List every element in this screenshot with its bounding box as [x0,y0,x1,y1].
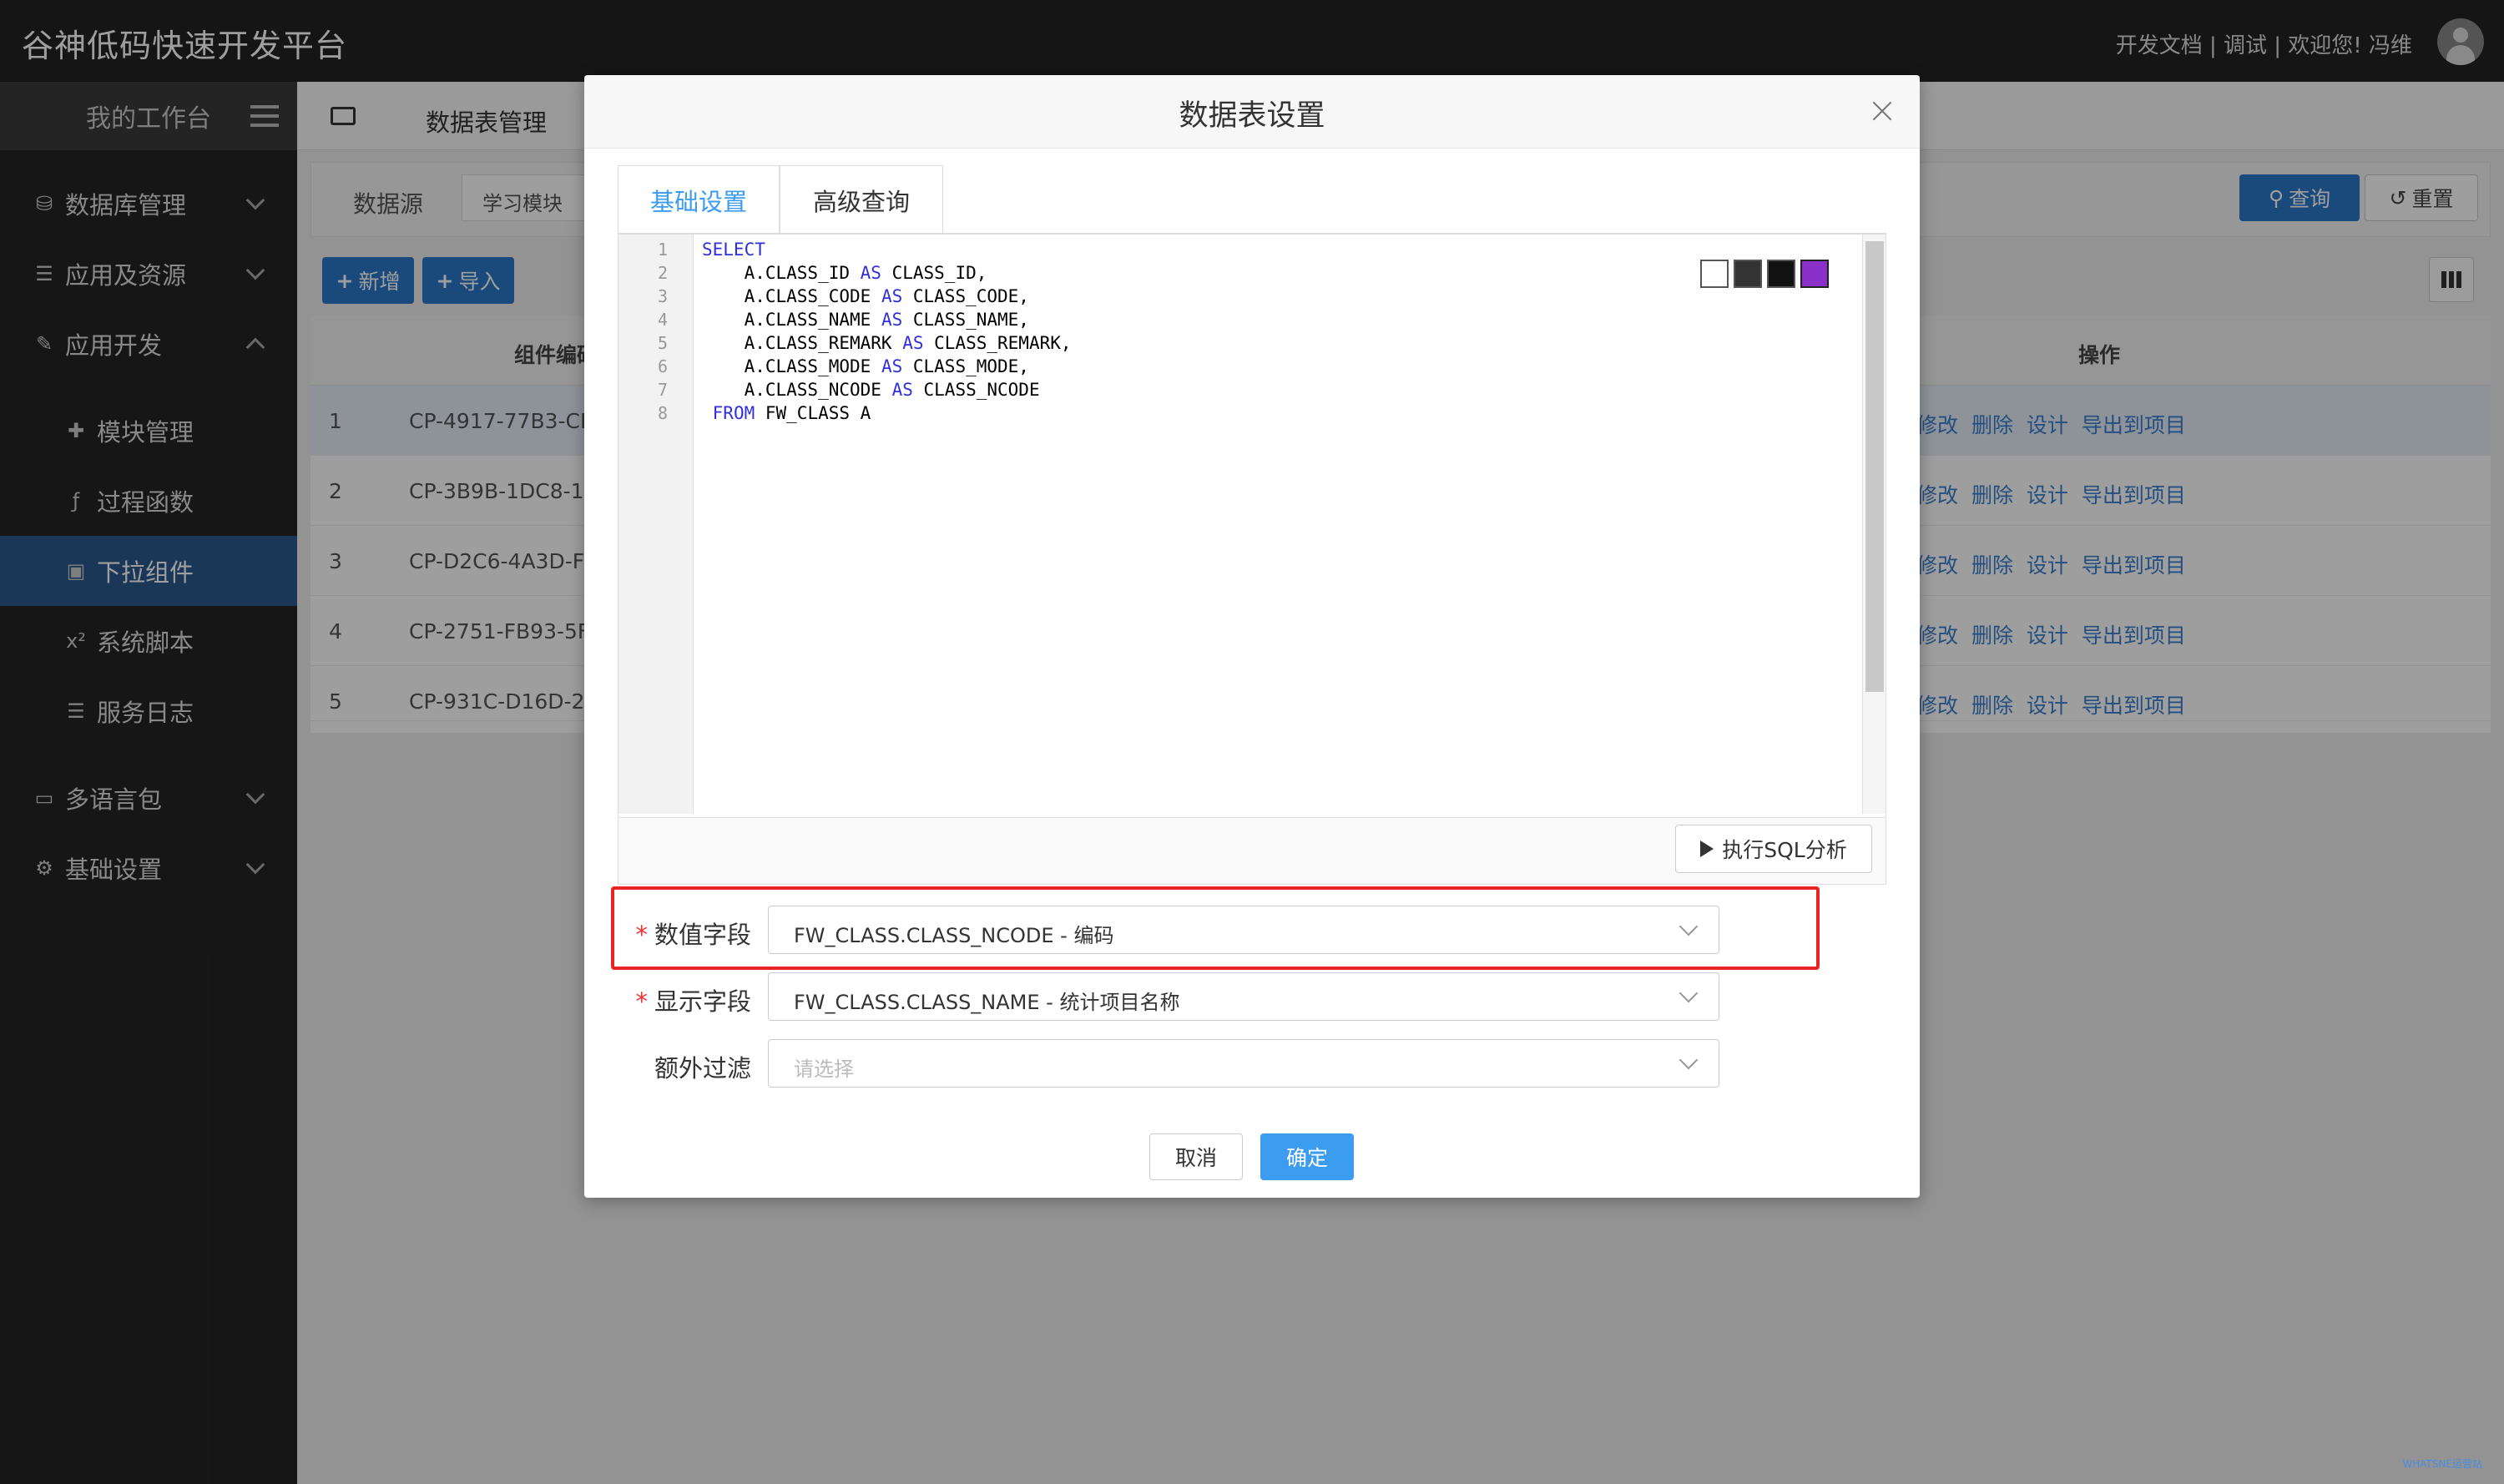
sql-keyword: FROM [712,403,755,423]
code-line: A.CLASS_ID AS CLASS_ID, [702,263,987,283]
line-number: 1 [657,240,668,260]
code-line: A.CLASS_MODE AS CLASS_MODE, [702,356,1029,376]
display-field-select[interactable]: FW_CLASS.CLASS_NAME - 统计项目名称 [768,972,1719,1021]
sql-text: CLASS_ID, [881,263,987,283]
code-line: FROM FW_CLASS A [702,403,871,423]
sql-text: CLASS_CODE, [902,286,1029,306]
sql-text: CLASS_NAME, [902,310,1029,330]
field-label: 额外过滤 [618,1049,751,1084]
table-settings-modal: 数据表设置 基础设置 高级查询 1 2 3 4 5 6 7 8 SELECT A.CLASS_… [584,75,1920,1198]
line-number: 4 [657,310,668,330]
sql-text: FW_CLASS A [755,403,871,423]
sql-text: A.CLASS_NCODE [702,380,892,400]
line-number: 7 [657,380,668,400]
close-icon[interactable] [1870,98,1895,124]
line-number: 2 [657,263,668,283]
tab-advanced-query[interactable]: 高级查询 [780,165,943,234]
chevron-down-icon [1679,983,1699,1003]
play-icon [1700,840,1714,857]
field-label: * 显示字段 [618,982,751,1017]
line-number: 6 [657,356,668,376]
editor-footer: 执行SQL分析 [618,818,1886,885]
execute-sql-button[interactable]: 执行SQL分析 [1675,825,1872,873]
field-label-text: 额外过滤 [654,1054,751,1083]
sql-editor[interactable]: 12345678 SELECT A.CLASS_ID AS CLASS_ID, … [618,234,1886,818]
required-mark: * [635,987,648,1016]
line-number-gutter: 1 2 3 4 5 6 7 8 [618,235,694,814]
line-number: 5 [657,333,668,353]
sql-keyword: AS [881,286,903,306]
sql-keyword: SELECT [702,240,765,260]
sql-text: CLASS_NCODE [912,380,1040,400]
modal-header: 数据表设置 [584,75,1920,149]
display-field-row: * 显示字段 FW_CLASS.CLASS_NAME - 统计项目名称 [618,972,1786,1022]
field-label-text: 显示字段 [654,987,751,1016]
cancel-button[interactable]: 取消 [1149,1133,1243,1180]
tab-basic-settings[interactable]: 基础设置 [618,165,780,234]
sql-keyword: AS [891,380,913,400]
sql-keyword: AS [860,263,881,283]
sql-text: A.CLASS_ID [702,263,861,283]
sql-keyword: AS [902,333,924,353]
watermark: WHATSNE运营站 [2402,1458,2482,1470]
sql-text: CLASS_REMARK, [923,333,1072,353]
highlight-box [611,886,1820,970]
extra-filter-field-row: 额外过滤 请选择 [618,1039,1786,1089]
sql-text: CLASS_MODE, [902,356,1029,376]
code-line: A.CLASS_REMARK AS CLASS_REMARK, [702,333,1072,353]
sql-keyword: AS [881,356,903,376]
editor-scrollbar[interactable] [1862,235,1886,814]
theme-light-icon[interactable] [1700,260,1729,288]
sql-keyword: AS [881,310,903,330]
line-number: 8 [657,403,668,423]
select-value: 请选择 [794,1057,854,1081]
theme-dark-icon[interactable] [1734,260,1762,288]
extra-filter-field-select[interactable]: 请选择 [768,1039,1719,1088]
line-number: 3 [657,286,668,306]
modal-title: 数据表设置 [1179,99,1325,133]
code-line: A.CLASS_NCODE AS CLASS_NCODE [702,380,1040,400]
code-line: A.CLASS_CODE AS CLASS_CODE, [702,286,1029,306]
execute-sql-label: 执行SQL分析 [1722,838,1847,862]
select-value: FW_CLASS.CLASS_NAME - 统计项目名称 [794,991,1180,1014]
code-line: SELECT [702,240,765,260]
confirm-button[interactable]: 确定 [1260,1133,1354,1180]
chevron-down-icon [1679,1050,1699,1070]
scrollbar-thumb[interactable] [1865,241,1884,692]
code-line: A.CLASS_NAME AS CLASS_NAME, [702,310,1029,330]
theme-black-icon[interactable] [1767,260,1795,288]
sql-text: A.CLASS_REMARK [702,333,903,353]
format-icon[interactable] [1800,260,1829,288]
sql-text: A.CLASS_CODE [702,286,881,306]
sql-text: A.CLASS_MODE [702,356,881,376]
sql-text: A.CLASS_NAME [702,310,881,330]
